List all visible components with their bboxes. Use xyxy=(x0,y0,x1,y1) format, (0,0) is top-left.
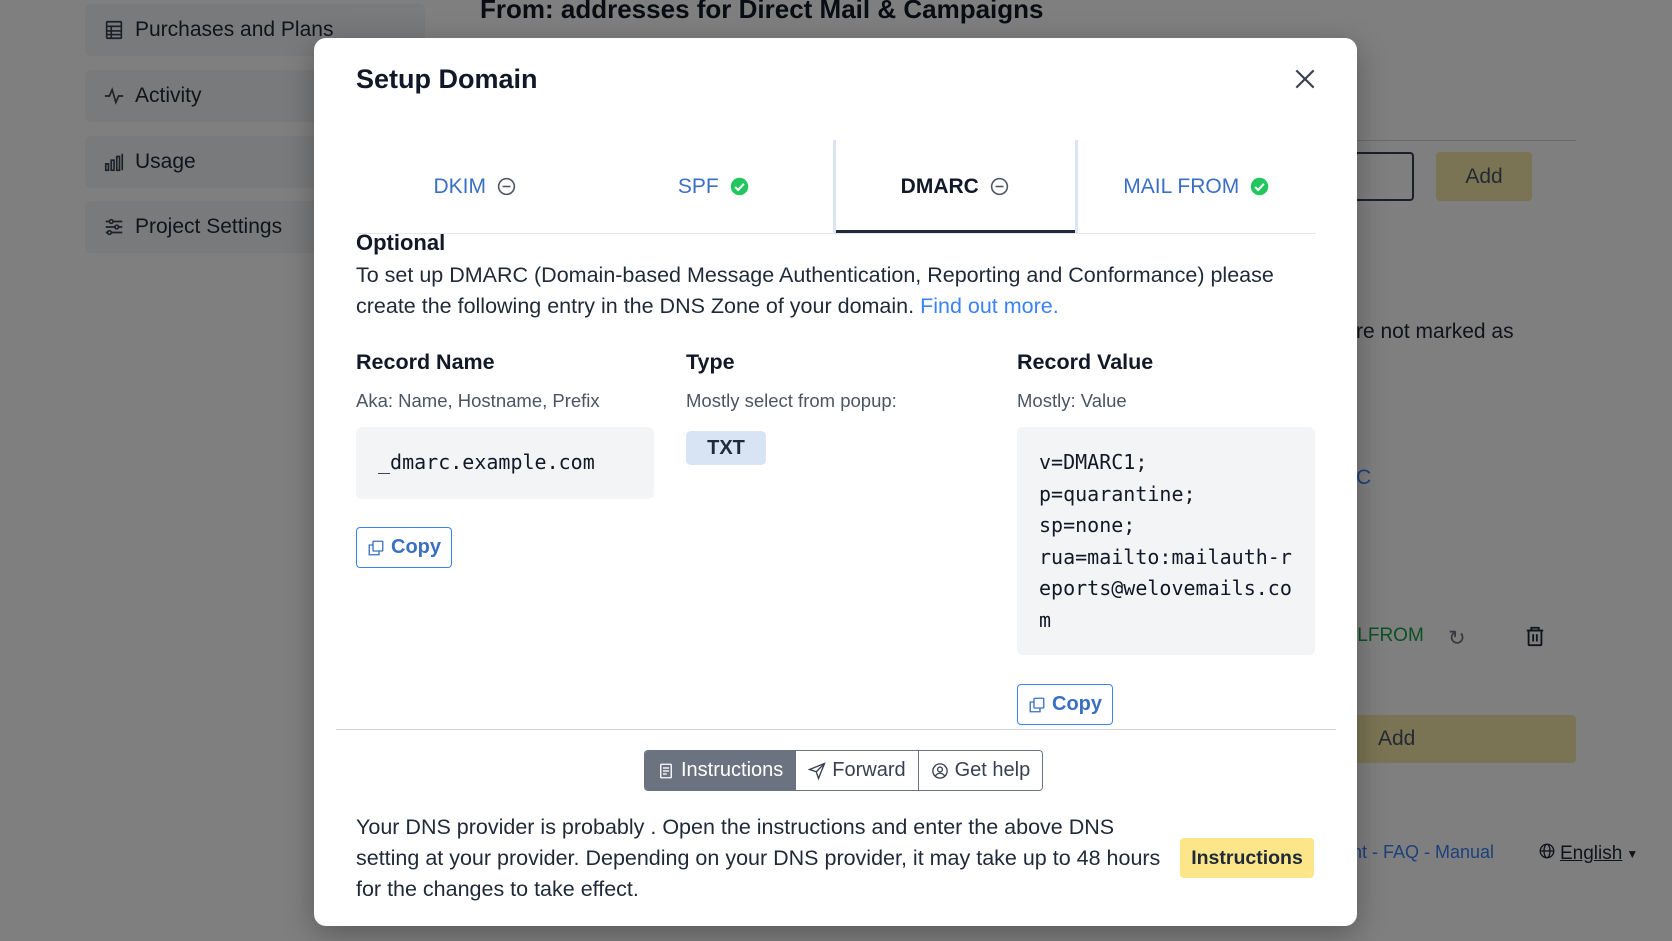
dmarc-description: To set up DMARC (Domain-based Message Au… xyxy=(356,260,1296,322)
copy-record-value-button[interactable]: Copy xyxy=(1017,684,1113,725)
copy-label: Copy xyxy=(1052,693,1102,715)
check-circle-icon xyxy=(729,176,750,197)
type-badge: TXT xyxy=(686,431,766,465)
tab-label: DKIM xyxy=(433,174,487,198)
instructions-tab[interactable]: Instructions xyxy=(645,751,797,790)
instructions-button[interactable]: Instructions xyxy=(1180,838,1314,878)
tab-mail-from[interactable]: MAIL FROM xyxy=(1078,140,1317,233)
close-button[interactable] xyxy=(1288,62,1322,96)
type-heading: Type xyxy=(686,350,735,374)
provider-instructions-text: Your DNS provider is probably . Open the… xyxy=(356,815,1161,901)
record-tabs: DKIM SPF DMARC MAIL FROM xyxy=(356,140,1316,234)
setup-domain-modal: Setup Domain DKIM SPF DMARC MAIL FROM Op… xyxy=(314,38,1357,926)
copy-label: Copy xyxy=(391,536,441,558)
record-value-heading: Record Value xyxy=(1017,350,1154,374)
close-icon xyxy=(1295,69,1315,89)
minus-circle-icon xyxy=(989,176,1010,197)
tab-label: DMARC xyxy=(900,174,979,198)
tab-label: Instructions xyxy=(681,759,784,781)
description-text: To set up DMARC (Domain-based Message Au… xyxy=(356,263,1274,318)
record-name-heading: Record Name xyxy=(356,350,495,374)
tab-label: SPF xyxy=(677,174,719,198)
copy-icon xyxy=(368,540,384,555)
check-circle-icon xyxy=(1249,176,1270,197)
modal-divider xyxy=(336,729,1336,730)
minus-circle-icon xyxy=(496,176,517,197)
tab-label: MAIL FROM xyxy=(1123,174,1240,198)
tab-spf[interactable]: SPF xyxy=(595,140,834,233)
copy-record-name-button[interactable]: Copy xyxy=(356,527,452,568)
record-name-value: _dmarc.example.com xyxy=(356,427,654,499)
send-icon xyxy=(808,761,826,780)
help-tabs: Instructions Forward Get help xyxy=(644,750,1044,791)
get-help-tab[interactable]: Get help xyxy=(918,751,1043,790)
record-value-hint: Mostly: Value xyxy=(1017,390,1127,411)
document-icon xyxy=(660,763,672,778)
copy-icon xyxy=(1029,697,1045,712)
modal-title: Setup Domain xyxy=(356,64,538,94)
tab-label: Forward xyxy=(832,759,906,781)
tab-dmarc[interactable]: DMARC xyxy=(833,140,1078,233)
tab-dkim[interactable]: DKIM xyxy=(356,140,595,233)
optional-label: Optional xyxy=(356,230,446,255)
user-circle-icon xyxy=(931,762,948,779)
record-name-hint: Aka: Name, Hostname, Prefix xyxy=(356,390,600,411)
type-hint: Mostly select from popup: xyxy=(686,390,897,411)
find-out-more-link[interactable]: Find out more. xyxy=(920,294,1059,318)
tab-label: Get help xyxy=(954,759,1031,781)
forward-tab[interactable]: Forward xyxy=(796,751,919,790)
record-value-value: v=DMARC1; p=quarantine; sp=none; rua=mai… xyxy=(1017,427,1315,655)
